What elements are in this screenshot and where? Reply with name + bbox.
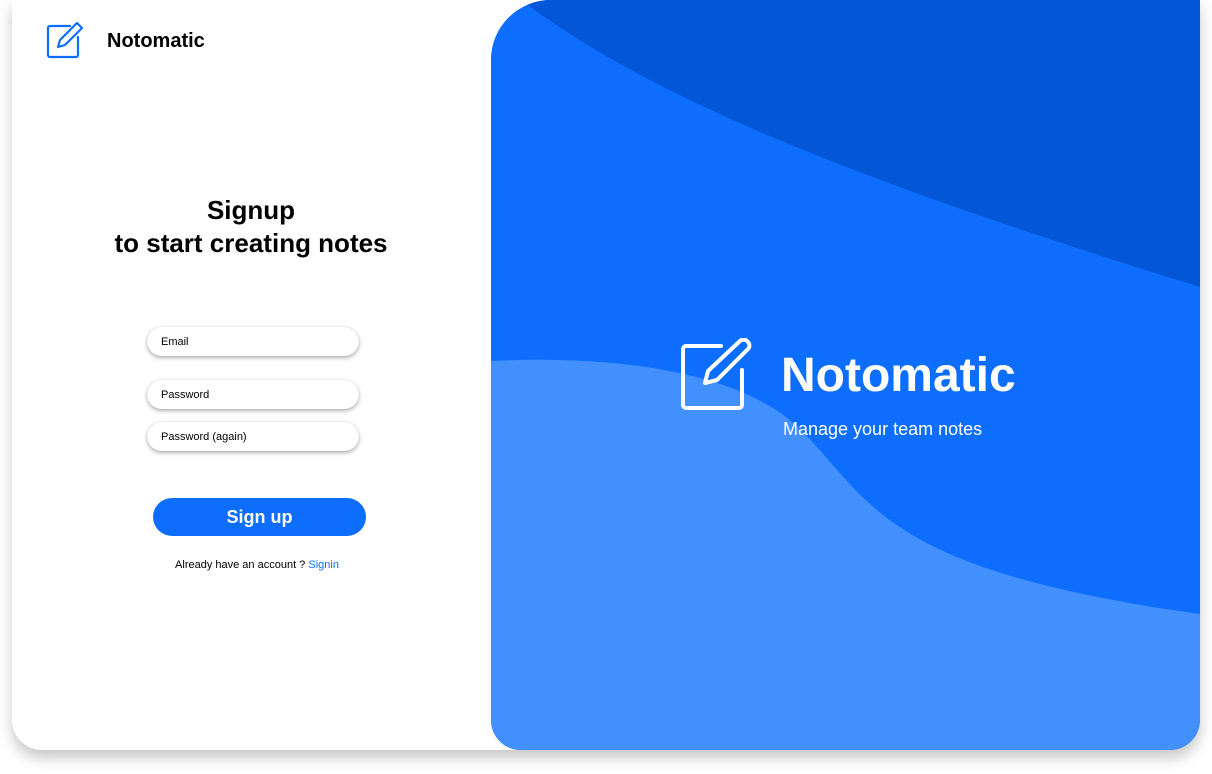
edit-note-icon [46,21,84,59]
page-heading: Signup to start creating notes [12,194,490,260]
heading-line-2: to start creating notes [114,228,388,258]
brand-name: Notomatic [107,30,205,52]
email-field[interactable] [147,327,359,356]
signin-prompt: Already have an account ? Signin [12,559,502,571]
hero-title: Notomatic [781,349,1016,402]
signin-link[interactable]: Signin [308,559,339,571]
signin-prompt-text: Already have an account ? [175,559,306,571]
edit-note-icon [677,337,753,414]
signup-page: Notomatic Signup to start creating notes… [12,0,1200,750]
signup-button[interactable]: Sign up [153,498,366,536]
password-again-field[interactable] [147,422,359,451]
hero-panel: Notomatic Manage your team notes [491,0,1200,750]
heading-line-1: Signup [206,195,296,225]
password-field[interactable] [147,380,359,409]
hero-subtitle: Manage your team notes [783,419,983,439]
